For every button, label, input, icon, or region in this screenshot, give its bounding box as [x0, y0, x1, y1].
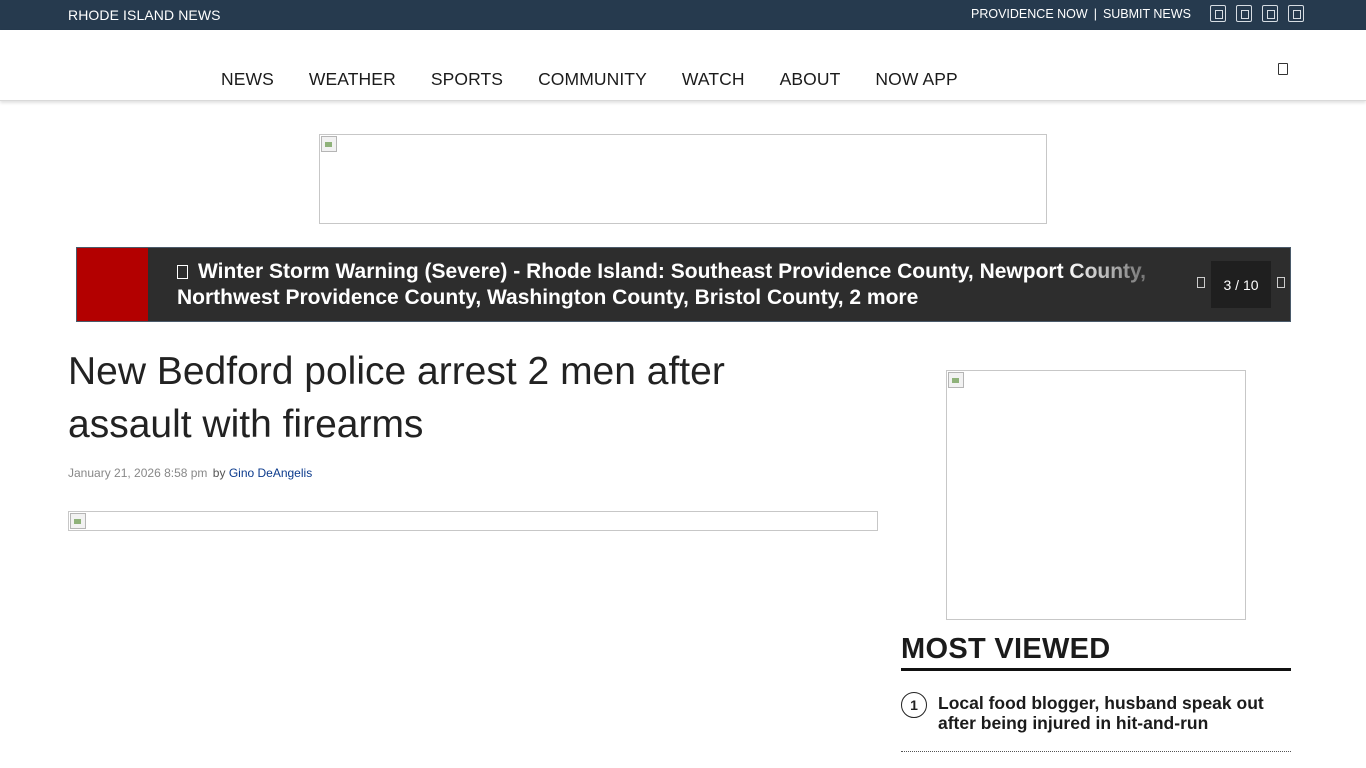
nav-item-community[interactable]: COMMUNITY [538, 69, 647, 90]
nav-item-watch[interactable]: WATCH [682, 69, 745, 90]
article-headline: New Bedford police arrest 2 men after as… [68, 350, 725, 446]
alert-text[interactable]: Winter Storm Warning (Severe) - Rhode Is… [177, 259, 1187, 311]
social-icon[interactable] [1236, 5, 1252, 22]
article-hero-image [68, 511, 878, 531]
article-meta: January 21, 2026 8:58 pm by Gino DeAngel… [68, 466, 312, 480]
social-icon[interactable] [1288, 5, 1304, 22]
top-bar: RHODE ISLAND NEWS PROVIDENCE NOW | SUBMI… [0, 0, 1366, 30]
most-viewed-link[interactable]: Local food blogger, husband speak out af… [938, 693, 1288, 733]
byline-prefix: by [212, 466, 226, 480]
warning-icon [177, 265, 188, 279]
main-navigation-bar: NEWS WEATHER SPORTS COMMUNITY WATCH ABOU… [0, 30, 1366, 101]
broken-image-icon [948, 372, 964, 388]
nav-item-weather[interactable]: WEATHER [309, 69, 396, 90]
social-icon[interactable] [1210, 5, 1226, 22]
alert-line-1: Winter Storm Warning (Severe) - Rhode Is… [198, 260, 1147, 283]
broken-image-icon [70, 513, 86, 529]
broken-image-icon [321, 136, 337, 152]
providence-now-link[interactable]: PROVIDENCE NOW [971, 7, 1088, 21]
search-icon[interactable] [1278, 63, 1288, 75]
main-nav: NEWS WEATHER SPORTS COMMUNITY WATCH ABOU… [221, 69, 993, 90]
nav-item-news[interactable]: NEWS [221, 69, 274, 90]
social-icon[interactable] [1262, 5, 1278, 22]
submit-news-link[interactable]: SUBMIT NEWS [1103, 7, 1191, 21]
divider [901, 668, 1291, 671]
chevron-left-icon[interactable] [1197, 277, 1205, 288]
alert-accent-block [77, 248, 148, 321]
social-links [1210, 5, 1304, 22]
most-viewed-item[interactable]: 1 Local food blogger, husband speak out … [901, 691, 1291, 752]
nav-item-now-app[interactable]: NOW APP [875, 69, 957, 90]
author-link[interactable]: Gino DeAngelis [229, 466, 312, 480]
most-viewed-title: MOST VIEWED [901, 633, 1111, 665]
chevron-right-icon[interactable] [1277, 277, 1285, 288]
sidebar-ad[interactable] [946, 370, 1246, 620]
article-date: January 21, 2026 8:58 pm [68, 466, 208, 480]
rank-number: 1 [901, 692, 927, 718]
alert-line-2: Northwest Providence County, Washington … [177, 286, 919, 309]
nav-item-about[interactable]: ABOUT [780, 69, 841, 90]
nav-item-sports[interactable]: SPORTS [431, 69, 503, 90]
alert-counter: 3 / 10 [1211, 261, 1271, 308]
site-name-link[interactable]: RHODE ISLAND NEWS [68, 7, 221, 23]
divider: | [1093, 7, 1097, 21]
weather-alert-ticker[interactable]: Winter Storm Warning (Severe) - Rhode Is… [76, 247, 1291, 322]
top-ad-banner[interactable] [319, 134, 1047, 224]
top-links: PROVIDENCE NOW | SUBMIT NEWS [971, 7, 1191, 21]
